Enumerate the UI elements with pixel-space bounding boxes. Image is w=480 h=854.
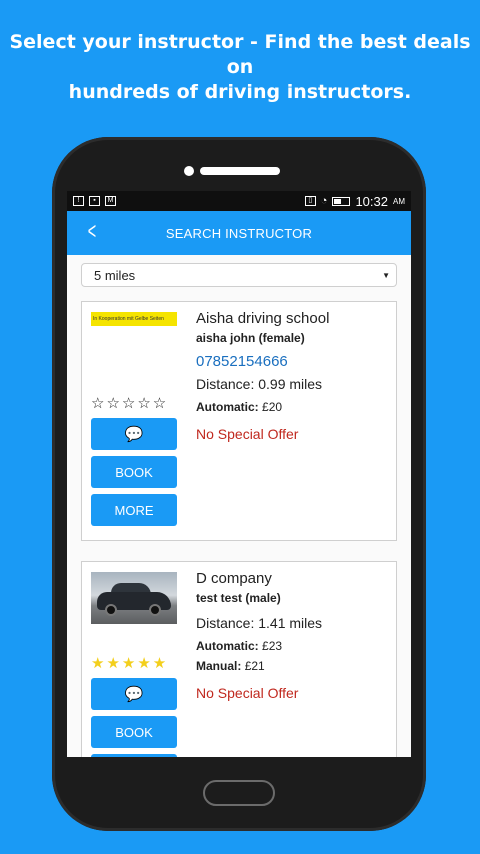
headline-line-2: hundreds of driving instructors.	[68, 81, 412, 103]
camera-dot	[184, 166, 194, 176]
automatic-label: Automatic:	[196, 400, 259, 414]
school-name: Aisha driving school	[196, 310, 330, 327]
distance-text: Distance: 0.99 miles	[196, 376, 323, 392]
phone-link[interactable]: 07852154666	[196, 353, 390, 370]
book-button[interactable]: BOOK	[91, 456, 177, 488]
instructor-name: test test (male)	[196, 591, 281, 605]
school-name: D company	[196, 570, 272, 587]
more-button[interactable]: MORE	[91, 494, 177, 526]
manual-price: Manual: £21	[196, 659, 390, 673]
special-offer-text: No Special Offer	[196, 685, 299, 701]
speaker-grille	[200, 167, 280, 175]
phone-screen: ! ▪ M ▯ ◔ 10:32 AM < SEARCH INSTRUCTOR 5…	[67, 191, 411, 757]
instructor-card: In Kooperation mit Gelbe Seiten ☆☆☆☆☆ 💬 …	[81, 301, 397, 541]
distance-select[interactable]: 5 miles ▼	[81, 263, 397, 287]
home-button[interactable]	[203, 780, 275, 806]
school-logo: In Kooperation mit Gelbe Seiten	[91, 312, 177, 326]
dropdown-caret-icon: ▼	[382, 270, 390, 280]
automatic-label: Automatic:	[196, 639, 259, 653]
chat-bubbles-icon: 💬	[124, 686, 144, 703]
automatic-value: £23	[262, 639, 283, 653]
vibrate-icon: ▯	[304, 196, 316, 206]
phone-frame: ! ▪ M ▯ ◔ 10:32 AM < SEARCH INSTRUCTOR 5…	[52, 137, 426, 831]
status-bar: ! ▪ M ▯ ◔ 10:32 AM	[67, 191, 411, 211]
distance-select-value: 5 miles	[94, 267, 136, 283]
automatic-price: Automatic: £23	[196, 639, 390, 653]
chat-bubbles-icon: 💬	[124, 426, 144, 443]
special-offer-text: No Special Offer	[196, 426, 299, 442]
automatic-value: £20	[262, 400, 283, 414]
book-button[interactable]: BOOK	[91, 716, 177, 748]
rating-stars: ☆☆☆☆☆	[91, 395, 169, 412]
page-title: SEARCH INSTRUCTOR	[165, 225, 313, 241]
automatic-price: Automatic: £20	[196, 400, 390, 414]
app-bar: < SEARCH INSTRUCTOR	[67, 211, 411, 255]
wifi-icon: ◔	[320, 195, 328, 207]
instructor-card: ★★★★★ 💬 BOOK D company test test (male) …	[81, 561, 397, 757]
promo-headline: Select your instructor - Find the best d…	[0, 30, 480, 105]
chat-button[interactable]: 💬	[91, 678, 177, 710]
back-arrow-icon[interactable]: <	[88, 220, 96, 244]
instructor-name: aisha john (female)	[196, 331, 305, 345]
battery-icon	[332, 196, 351, 206]
chat-button[interactable]: 💬	[91, 418, 177, 450]
notification-icon: !	[73, 196, 84, 206]
clock-time: 10:32	[355, 193, 388, 209]
results-list: 5 miles ▼ In Kooperation mit Gelbe Seite…	[67, 255, 411, 757]
headline-line-1: Select your instructor - Find the best d…	[9, 31, 471, 78]
manual-value: £21	[244, 659, 265, 673]
image-icon: ▪	[89, 196, 100, 206]
mail-icon: M	[105, 196, 116, 206]
car-photo	[91, 572, 177, 624]
distance-text: Distance: 1.41 miles	[196, 615, 323, 631]
manual-label: Manual:	[196, 659, 242, 673]
more-button[interactable]	[91, 754, 177, 757]
rating-stars: ★★★★★	[91, 655, 169, 672]
clock-ampm: AM	[393, 196, 405, 206]
